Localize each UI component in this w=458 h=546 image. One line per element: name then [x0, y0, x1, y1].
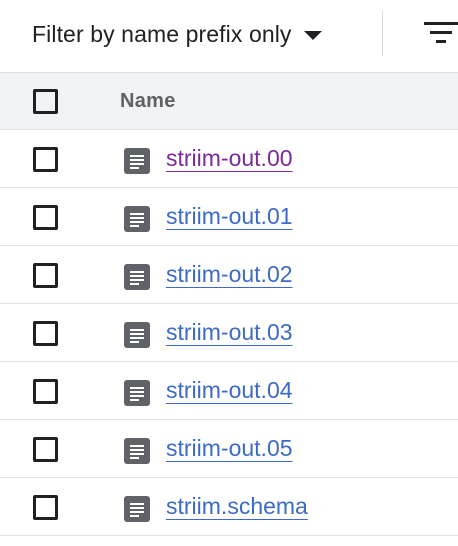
row-checkbox[interactable]: [33, 147, 58, 172]
row-checkbox[interactable]: [33, 205, 58, 230]
file-link[interactable]: striim.schema: [166, 493, 308, 520]
file-link[interactable]: striim-out.01: [166, 203, 293, 230]
row-checkbox[interactable]: [33, 321, 58, 346]
file-link[interactable]: striim-out.00: [166, 145, 293, 172]
table-row: striim-out.02: [0, 246, 458, 304]
table-row: striim-out.04: [0, 362, 458, 420]
table-row: striim-out.05: [0, 420, 458, 478]
filter-mode-label: Filter by name prefix only: [32, 20, 292, 47]
filter-list-icon[interactable]: [424, 20, 458, 46]
table-row: striim-out.03: [0, 304, 458, 362]
table-row: striim-out.01: [0, 188, 458, 246]
file-icon: [124, 322, 150, 348]
table-header: Name: [0, 72, 458, 130]
column-header-name[interactable]: Name: [120, 90, 176, 113]
row-checkbox[interactable]: [33, 495, 58, 520]
toolbar-divider: [382, 10, 383, 56]
row-checkbox[interactable]: [33, 263, 58, 288]
file-link[interactable]: striim-out.05: [166, 435, 293, 462]
file-icon: [124, 380, 150, 406]
file-link[interactable]: striim-out.03: [166, 319, 293, 346]
file-icon: [124, 438, 150, 464]
file-icon: [124, 206, 150, 232]
filter-bar: Filter by name prefix only: [0, 0, 458, 72]
file-icon: [124, 264, 150, 290]
file-icon: [124, 496, 150, 522]
row-checkbox[interactable]: [33, 437, 58, 462]
table-row: striim.schema: [0, 478, 458, 536]
file-list: striim-out.00 striim-out.01 striim-out.02 s…: [0, 130, 458, 536]
file-icon: [124, 148, 150, 174]
file-link[interactable]: striim-out.04: [166, 377, 293, 404]
caret-down-icon: [303, 30, 322, 40]
file-link[interactable]: striim-out.02: [166, 261, 293, 288]
filter-mode-dropdown[interactable]: Filter by name prefix only: [32, 14, 322, 54]
row-checkbox[interactable]: [33, 379, 58, 404]
select-all-checkbox[interactable]: [33, 89, 58, 114]
table-row: striim-out.00: [0, 130, 458, 188]
